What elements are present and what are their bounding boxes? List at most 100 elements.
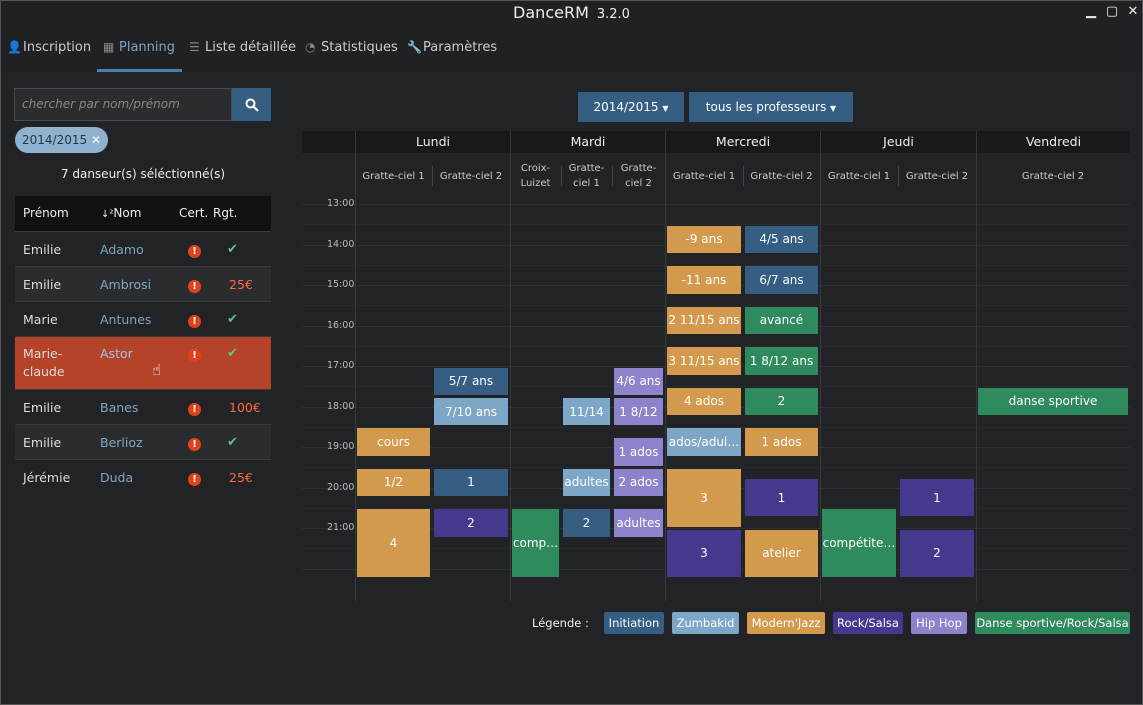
cell-prenom: Jérémie [23,470,71,485]
course-block[interactable]: ados/adul… [667,428,741,456]
search-input[interactable]: chercher par nom/prénom [14,88,232,121]
main-navigation: 👤Inscription ▦ Planning ☰ Liste détaillée … [1,25,1142,72]
table-row[interactable]: Jérémie Duda! 25€ [15,459,271,494]
table-row[interactable]: Emilie Banes! 100€ [15,389,271,424]
course-block[interactable]: compétite… [822,509,896,578]
table-row[interactable]: Marie-claude Astor! ✔ ☝ [15,336,271,389]
course-block[interactable]: 1 ados [745,428,818,456]
course-block[interactable]: 7/10 ans [434,397,508,426]
course-block[interactable]: 4 [357,509,430,578]
course-block[interactable]: 6/7 ans [745,266,818,294]
cell-prenom: Marie-claude [23,346,65,379]
caret-down-icon: ▼ [662,104,669,113]
room-header: Gratte-ciel 2 [439,170,503,182]
header-nom-label: Nom [113,206,142,220]
cell-nom[interactable]: Astor [100,345,133,363]
course-block[interactable]: 2 ados [614,468,663,497]
course-block[interactable]: 4/6 ans [614,367,663,395]
room-divider [561,166,562,186]
tab-inscription-label: Inscription [23,40,92,55]
room-divider [743,166,744,186]
tab-liste[interactable]: ☰ Liste détaillée [189,25,296,72]
certificate-warning-icon: ! [188,232,201,267]
maximize-icon[interactable]: ▢ [1102,1,1122,23]
course-block[interactable]: 1 8/12 ans [745,347,818,375]
table-row[interactable]: Emilie Berlioz! ✔ [15,424,271,459]
course-block[interactable]: 2 [434,509,508,537]
course-block[interactable]: 2 [745,387,818,416]
season-filter-tag[interactable]: 2014/2015 ✕ [15,127,109,153]
course-block[interactable]: 5/7 ans [434,367,508,395]
course-block[interactable]: 1 ados [614,438,663,466]
course-block[interactable]: 1/2 [357,468,430,497]
course-block[interactable]: 2 11/15 ans [667,306,741,335]
course-block[interactable]: 3 [667,529,741,578]
course-block[interactable]: avancé [745,306,818,335]
course-block[interactable]: comp… [512,509,559,578]
room-divider [898,166,899,186]
season-dropdown[interactable]: 2014/2015 ▼ [578,92,684,122]
course-block[interactable]: -11 ans [667,266,741,294]
cell-nom[interactable]: Duda [100,460,133,495]
gauge-icon: ◔ [305,40,316,54]
day-header: Lundi [355,131,510,153]
close-icon[interactable]: ✕ [1123,1,1143,23]
teacher-dropdown[interactable]: tous les professeurs ▼ [689,92,853,122]
legend-item: Hip Hop [911,612,967,634]
table-row[interactable]: Emilie Adamo! ✔ [15,231,271,266]
legend-item: Initiation [604,612,664,634]
table-header: Prénom ↓²Nom Cert. Rgt. [15,196,271,231]
cell-nom[interactable]: Adamo [100,232,144,267]
day-divider [976,131,977,601]
cell-nom[interactable]: Antunes [100,302,151,337]
course-block[interactable]: -9 ans [667,225,741,254]
course-block[interactable]: 1 [900,478,974,517]
room-header: Gratte- ciel 1 [568,163,605,189]
course-block[interactable]: 1 8/12 [614,397,663,426]
tab-inscription[interactable]: 👤Inscription [7,25,91,72]
user-icon: 👤 [7,40,22,54]
course-block[interactable]: 2 [563,509,610,537]
course-block[interactable]: adultes [614,509,663,537]
course-block[interactable]: 1 [434,468,508,497]
course-block[interactable]: 3 11/15 ans [667,347,741,375]
cell-nom[interactable]: Ambrosi [100,267,151,302]
course-block[interactable]: 4/5 ans [745,225,818,254]
tab-statistiques[interactable]: ◔ Statistiques [305,25,398,72]
cell-nom[interactable]: Berlioz [100,425,143,460]
header-prenom[interactable]: Prénom [23,196,69,231]
course-block[interactable]: 4 ados [667,387,741,416]
tab-statistiques-label: Statistiques [321,40,398,55]
course-block[interactable]: cours [357,428,430,456]
remove-tag-icon[interactable]: ✕ [91,133,101,147]
table-row[interactable]: Marie Antunes! ✔ [15,301,271,336]
cell-nom[interactable]: Banes [100,390,138,425]
course-block[interactable]: adultes [563,468,610,497]
course-block[interactable]: danse sportive [978,387,1128,416]
day-header: Mercredi [665,131,820,153]
minimize-icon[interactable]: ▁ [1081,1,1101,23]
room-header: Gratte-ciel 2 [750,170,813,182]
app-version: 3.2.0 [596,7,630,22]
course-block[interactable]: 3 [667,468,741,527]
table-row[interactable]: Emilie Ambrosi! 25€ [15,266,271,301]
header-cert[interactable]: Cert. [179,196,208,231]
day-header: Jeudi [820,131,976,153]
course-block[interactable]: 2 [900,529,974,578]
tab-planning[interactable]: ▦ Planning [97,25,182,72]
course-block[interactable]: 11/14 [563,397,610,426]
course-block[interactable]: 1 [745,478,818,517]
course-block[interactable]: atelier [745,529,818,578]
planning-panel: 2014/2015 ▼ tous les professeurs ▼ Lundi… [288,72,1142,704]
legend-item: Rock/Salsa [833,612,903,634]
certificate-warning-icon: ! [188,302,201,337]
amount-due: 25€ [229,277,253,292]
tab-parametres[interactable]: 🔧Paramètres [407,25,497,72]
day-divider [510,131,511,601]
amount-due: 25€ [229,470,253,485]
search-button[interactable] [232,88,271,121]
header-nom[interactable]: ↓²Nom [101,196,141,232]
legend-item: Zumbakid [672,612,739,634]
teacher-dropdown-label: tous les professeurs [705,100,827,114]
header-rgt[interactable]: Rgt. [213,196,237,231]
